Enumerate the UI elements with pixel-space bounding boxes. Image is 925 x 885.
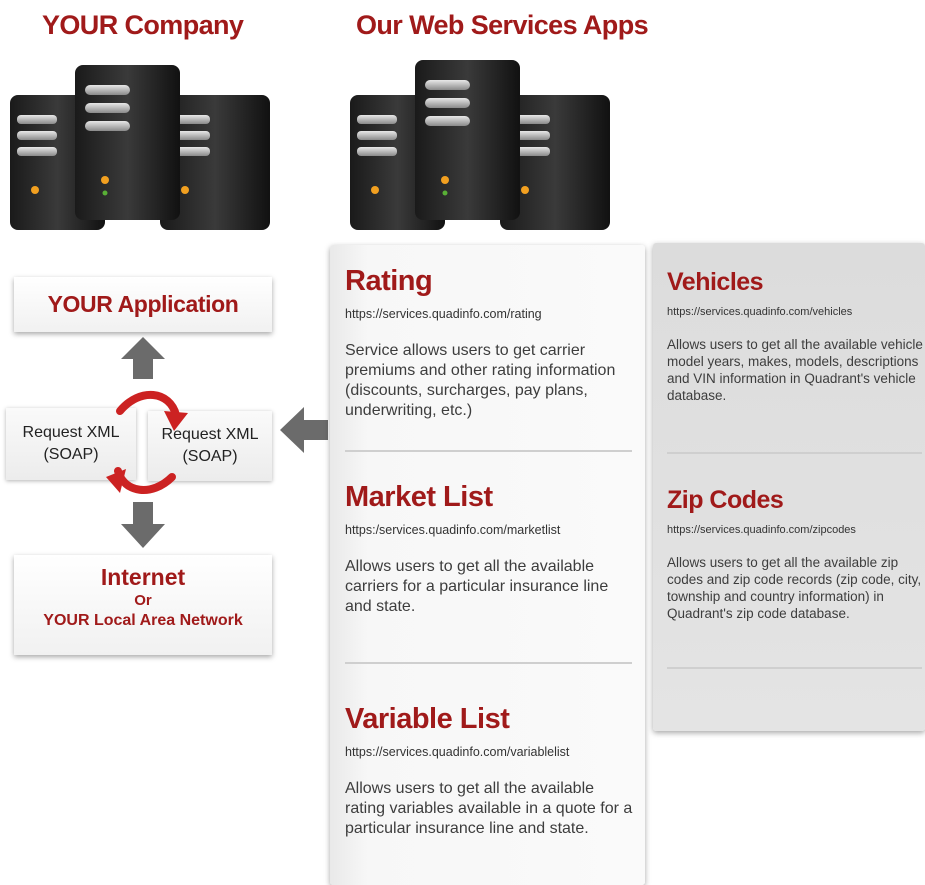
server-icon	[350, 60, 610, 230]
divider	[667, 667, 922, 669]
service-description: Service allows users to get carrier prem…	[345, 342, 616, 419]
divider	[345, 450, 632, 452]
service-url: https://services.quadinfo.com/variableli…	[345, 745, 570, 759]
service-url: https:/services.quadinfo.com/marketlist	[345, 523, 561, 537]
left-arrow-icon	[280, 407, 328, 453]
company-servers	[5, 55, 305, 235]
your-application-label: YOUR Application	[47, 291, 239, 317]
local-network-label: YOUR Local Area Network	[43, 612, 243, 629]
service-url: https://services.quadinfo.com/rating	[345, 307, 542, 321]
service-rating: Rating https://services.quadinfo.com/rat…	[345, 265, 635, 421]
service-description: Allows users to get all the available ve…	[667, 337, 923, 403]
internet-box: Internet Or YOUR Local Area Network	[14, 555, 272, 655]
service-description: Allows users to get all the available zi…	[667, 555, 922, 621]
web-services-servers	[345, 55, 645, 235]
service-name: Zip Codes	[667, 486, 784, 514]
service-name: Variable List	[345, 703, 510, 735]
service-market-list: Market List https:/services.quadinfo.com…	[345, 481, 635, 617]
divider	[345, 662, 632, 664]
cycle-arrow-icon	[106, 391, 188, 494]
your-application-box: YOUR Application	[14, 277, 272, 332]
service-name: Vehicles	[667, 268, 764, 296]
service-zip-codes: Zip Codes https://services.quadinfo.com/…	[667, 486, 925, 622]
service-vehicles: Vehicles https://services.quadinfo.com/v…	[667, 268, 925, 404]
or-label: Or	[134, 592, 152, 609]
down-arrow-icon	[121, 502, 165, 548]
service-description: Allows users to get all the available ra…	[345, 780, 633, 837]
service-variable-list: Variable List https://services.quadinfo.…	[345, 703, 635, 839]
service-url: https://services.quadinfo.com/vehicles	[667, 306, 853, 318]
service-url: https://services.quadinfo.com/zipcodes	[667, 524, 856, 536]
service-name: Market List	[345, 481, 493, 513]
server-icon	[10, 65, 270, 230]
web-services-heading: Our Web Services Apps	[356, 10, 649, 40]
internet-label: Internet	[100, 564, 186, 590]
divider	[667, 452, 922, 454]
your-company-heading: YOUR Company	[42, 10, 244, 40]
service-name: Rating	[345, 265, 433, 297]
up-arrow-icon	[121, 337, 165, 379]
service-description: Allows users to get all the available ca…	[345, 558, 609, 615]
